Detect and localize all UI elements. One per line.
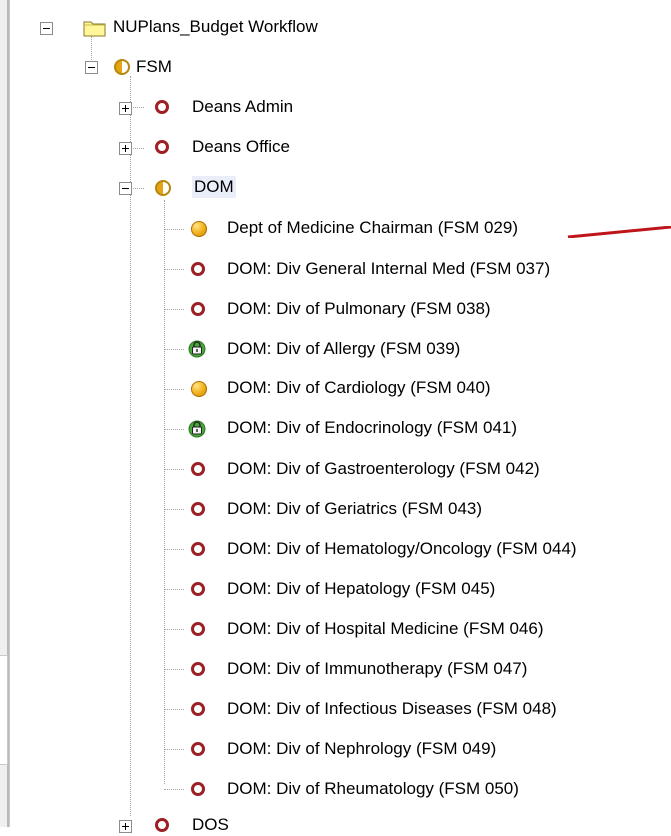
lock-icon (188, 420, 206, 438)
tree-node-div-nephrology[interactable]: DOM: Div of Nephrology (FSM 049) (227, 738, 496, 760)
tree-line-dom (164, 200, 165, 784)
tree-node-deans-office[interactable]: Deans Office (192, 136, 290, 158)
tree-node-deans-admin[interactable]: Deans Admin (192, 96, 293, 118)
red-ring-icon (191, 582, 205, 596)
gold-ball-icon (191, 221, 207, 237)
tree-line (164, 429, 184, 430)
tree-line (130, 148, 144, 149)
red-ring-icon (191, 262, 205, 276)
tree-line-root (91, 36, 92, 64)
tree-line (164, 549, 184, 550)
expand-toggle-deans-office[interactable] (119, 142, 132, 155)
folder-icon (83, 21, 106, 37)
red-ring-icon (155, 818, 169, 832)
red-ring-icon (191, 662, 205, 676)
tree-line (164, 589, 184, 590)
expand-toggle-deans-admin[interactable] (119, 102, 132, 115)
red-ring-icon (191, 542, 205, 556)
tree-node-div-allergy[interactable]: DOM: Div of Allergy (FSM 039) (227, 338, 460, 360)
tree-line (130, 188, 144, 189)
tree-line (130, 107, 144, 108)
tree-node-div-endocrinology[interactable]: DOM: Div of Endocrinology (FSM 041) (227, 417, 517, 439)
lock-icon (188, 340, 206, 358)
tree-node-div-hospital-medicine[interactable]: DOM: Div of Hospital Medicine (FSM 046) (227, 618, 543, 640)
tree-line (164, 629, 184, 630)
tree-line (164, 509, 184, 510)
side-panel-edge (0, 655, 8, 765)
tree-root-label[interactable]: NUPlans_Budget Workflow (113, 16, 318, 38)
tree-node-dept-medicine-chairman[interactable]: Dept of Medicine Chairman (FSM 029) (227, 217, 518, 239)
red-ring-icon (191, 502, 205, 516)
tree-node-div-pulmonary[interactable]: DOM: Div of Pulmonary (FSM 038) (227, 298, 491, 320)
collapse-toggle-dom[interactable] (119, 182, 132, 195)
gold-ball-icon (191, 381, 207, 397)
tree-node-div-hepatology[interactable]: DOM: Div of Hepatology (FSM 045) (227, 578, 495, 600)
tree-line (164, 309, 184, 310)
tree-node-fsm[interactable]: FSM (136, 56, 172, 78)
red-ring-icon (191, 702, 205, 716)
tree-line (164, 269, 184, 270)
tree-node-dos[interactable]: DOS (192, 814, 229, 836)
tree-node-div-immunotherapy[interactable]: DOM: Div of Immunotherapy (FSM 047) (227, 658, 527, 680)
red-ring-icon (155, 140, 169, 154)
tree-node-div-hematology-oncology[interactable]: DOM: Div of Hematology/Oncology (FSM 044… (227, 538, 577, 560)
tree-line (164, 389, 184, 390)
tree-node-div-general-internal-med[interactable]: DOM: Div General Internal Med (FSM 037) (227, 258, 550, 280)
tree-line (164, 709, 184, 710)
collapse-toggle-fsm[interactable] (85, 61, 98, 74)
red-ring-icon (191, 742, 205, 756)
tree-line (164, 349, 184, 350)
tree-node-div-rheumatology[interactable]: DOM: Div of Rheumatology (FSM 050) (227, 778, 519, 800)
tree-line (164, 749, 184, 750)
tree-node-div-cardiology[interactable]: DOM: Div of Cardiology (FSM 040) (227, 377, 491, 399)
red-ring-icon (191, 782, 205, 796)
tree-node-div-geriatrics[interactable]: DOM: Div of Geriatrics (FSM 043) (227, 498, 482, 520)
half-status-icon (155, 180, 171, 196)
red-ring-icon (191, 622, 205, 636)
red-ring-icon (191, 462, 205, 476)
tree-line (164, 669, 184, 670)
tree-line (164, 469, 184, 470)
red-arrow-icon (567, 226, 671, 238)
red-ring-icon (155, 100, 169, 114)
tree-node-div-infectious-diseases[interactable]: DOM: Div of Infectious Diseases (FSM 048… (227, 698, 557, 720)
tree-node-div-gastroenterology[interactable]: DOM: Div of Gastroenterology (FSM 042) (227, 458, 540, 480)
tree-node-dom[interactable]: DOM (192, 176, 236, 198)
red-ring-icon (191, 302, 205, 316)
screenshot-stage: NUPlans_Budget Workflow FSM Deans Admin … (0, 0, 671, 834)
half-status-icon (114, 59, 130, 75)
tree-line (164, 229, 184, 230)
tree-line (164, 789, 184, 790)
collapse-toggle-root[interactable] (40, 22, 53, 35)
